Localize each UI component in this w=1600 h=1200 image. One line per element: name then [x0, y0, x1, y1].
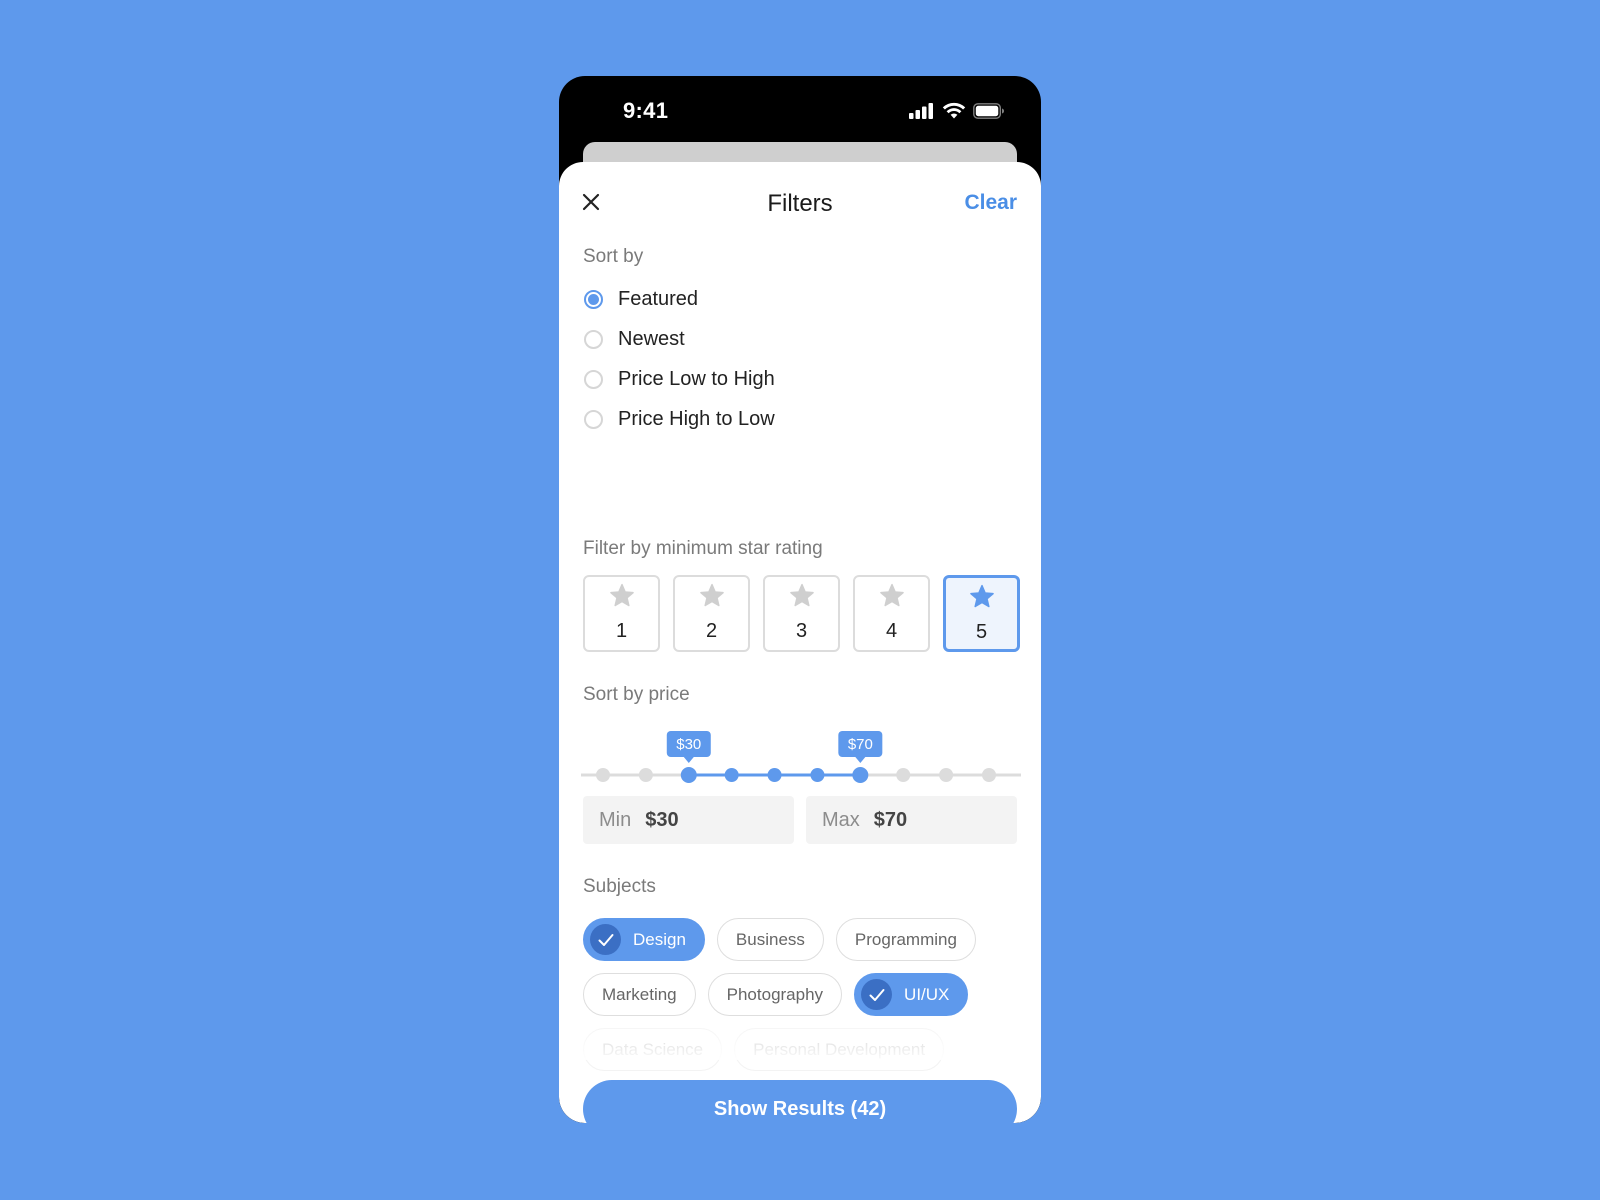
slider-step-dot — [939, 768, 954, 782]
sort-option-price-high-to-low[interactable]: Price High to Low — [583, 399, 775, 439]
chip-label: Business — [735, 929, 805, 949]
show-results-button[interactable]: Show Results (42) — [583, 1080, 1017, 1123]
star-icon — [969, 578, 995, 615]
chip-label: Design — [633, 929, 686, 949]
clear-button[interactable]: Clear — [964, 191, 1017, 215]
sort-option-label: Price High to Low — [618, 407, 775, 430]
slider-min-tooltip: $30 — [666, 731, 711, 763]
chip-label: Photography — [726, 984, 824, 1004]
sort-by-label: Sort by — [583, 246, 644, 267]
chip-ui-ux[interactable]: UI/UX — [854, 973, 969, 1016]
star-rating-value: 5 — [975, 621, 988, 643]
phone-frame: 9:41 Filters Clear Sort by Featured Newe… — [559, 76, 1041, 1123]
chip-label: Personal Development — [753, 1039, 926, 1059]
star-icon — [879, 577, 905, 614]
chip-data-science[interactable]: Data Science — [583, 1028, 723, 1071]
star-icon — [699, 577, 725, 614]
star-rating-options: 1 2 3 4 5 — [583, 575, 1020, 652]
slider-max-handle[interactable] — [852, 767, 869, 783]
radio-button[interactable] — [584, 369, 603, 389]
slider-max-tooltip: $70 — [838, 731, 883, 763]
slider-step-dot — [596, 768, 610, 782]
min-price-label: Min — [599, 808, 632, 831]
price-range-slider[interactable]: $30 $70 — [581, 717, 1021, 787]
slider-step-dot — [810, 768, 825, 782]
check-icon — [861, 979, 893, 1010]
price-inputs: Min $30 Max $70 — [583, 796, 1017, 844]
max-price-label: Max — [822, 808, 860, 831]
slider-min-tooltip-text: $30 — [676, 736, 701, 753]
sort-option-label: Newest — [618, 327, 685, 350]
star-rating-option-1[interactable]: 1 — [583, 575, 660, 652]
chip-business[interactable]: Business — [716, 918, 824, 961]
slider-step-dot — [767, 768, 782, 782]
star-icon — [789, 577, 815, 614]
star-rating-value: 1 — [615, 620, 628, 642]
chip-label: Programming — [854, 929, 957, 949]
slider-max-tooltip-text: $70 — [848, 736, 873, 753]
chip-photography[interactable]: Photography — [707, 973, 843, 1016]
sort-option-label: Featured — [618, 287, 699, 310]
check-icon — [590, 924, 621, 955]
subjects-label: Subjects — [583, 876, 656, 897]
chip-row: Data Science Personal Development — [583, 1028, 1023, 1071]
sort-option-newest[interactable]: Newest — [583, 319, 775, 359]
filters-sheet: Filters Clear Sort by Featured Newest Pric… — [559, 162, 1041, 1123]
slider-step-dot — [638, 768, 653, 782]
star-rating-label: Filter by minimum star rating — [583, 538, 823, 559]
chip-personal-development[interactable]: Personal Development — [734, 1028, 945, 1071]
star-rating-value: 3 — [795, 620, 808, 642]
min-price-value: $30 — [645, 808, 679, 831]
star-rating-option-5[interactable]: 5 — [943, 575, 1020, 652]
radio-button[interactable] — [584, 289, 603, 309]
sort-option-price-low-to-high[interactable]: Price Low to High — [583, 359, 775, 399]
max-price-value: $70 — [873, 808, 908, 831]
chip-marketing[interactable]: Marketing — [583, 973, 696, 1016]
chip-label: Data Science — [602, 1039, 704, 1059]
radio-button[interactable] — [584, 409, 603, 429]
max-price-field[interactable]: Max $70 — [806, 796, 1017, 844]
slider-step-dot — [896, 768, 911, 782]
sort-options: Featured Newest Price Low to High Price Hig… — [583, 279, 775, 439]
signal-icon — [909, 102, 935, 124]
status-time: 9:41 — [623, 98, 669, 123]
chip-label: UI/UX — [904, 984, 950, 1004]
slider-step-dot — [982, 768, 996, 782]
price-label: Sort by price — [583, 684, 690, 705]
chip-programming[interactable]: Programming — [835, 918, 976, 961]
sort-option-label: Price Low to High — [618, 367, 775, 390]
slider-step-dot — [724, 768, 739, 782]
sheet-header: Filters Clear — [559, 162, 1041, 250]
chip-row: Design Business Programming — [583, 918, 1023, 961]
wifi-icon — [942, 102, 966, 124]
status-bar: 9:41 — [559, 76, 1041, 146]
radio-button[interactable] — [584, 329, 603, 349]
star-icon — [609, 577, 635, 614]
chip-label: Marketing — [602, 984, 677, 1004]
status-icons — [909, 102, 1005, 124]
slider-min-handle[interactable] — [680, 767, 697, 783]
star-rating-option-4[interactable]: 4 — [853, 575, 930, 652]
min-price-field[interactable]: Min $30 — [583, 796, 794, 844]
sort-option-featured[interactable]: Featured — [583, 279, 775, 319]
chip-row: Marketing Photography UI/UX — [583, 973, 1023, 1016]
star-rating-option-2[interactable]: 2 — [673, 575, 750, 652]
chip-design[interactable]: Design — [583, 918, 705, 961]
battery-icon — [973, 102, 1005, 124]
star-rating-value: 4 — [885, 620, 898, 642]
subject-chips: Design Business Programming Marketing Photog… — [583, 918, 1023, 1083]
star-rating-option-3[interactable]: 3 — [763, 575, 840, 652]
star-rating-value: 2 — [705, 620, 718, 642]
